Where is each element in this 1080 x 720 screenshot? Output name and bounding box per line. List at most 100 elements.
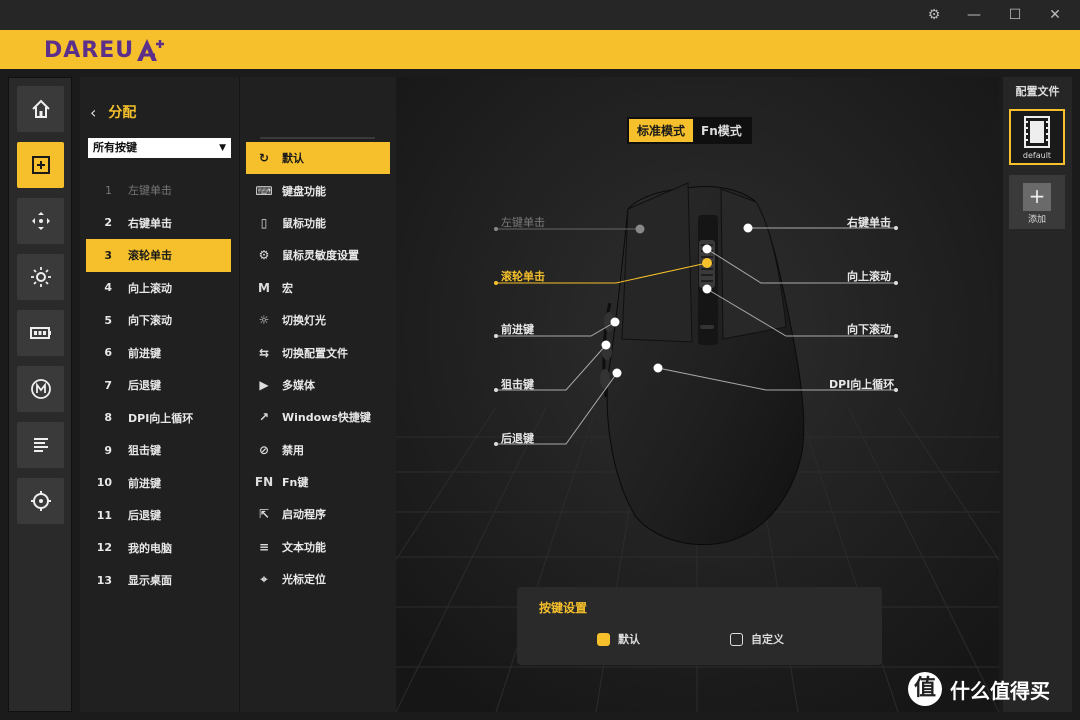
dpi-icon[interactable] — [17, 198, 64, 244]
mouse-stage: 标准模式 Fn模式 左键单击 滚轮单击 前进键 狙击键 后退键 右键单击 向上滚… — [396, 77, 999, 712]
key-item[interactable]: 6 前进键 — [86, 337, 231, 370]
home-icon[interactable] — [17, 86, 64, 132]
text-icon: ≡ — [258, 539, 270, 554]
key-item[interactable]: 8 DPI向上循环 — [86, 402, 231, 435]
function-label: 鼠标灵敏度设置 — [282, 249, 359, 263]
key-settings-title: 按键设置 — [539, 601, 588, 615]
assign-icon[interactable] — [17, 142, 64, 188]
function-item[interactable]: ▯ 鼠标功能 — [246, 207, 390, 239]
callout-left-click[interactable]: 左键单击 — [501, 214, 545, 230]
key-item[interactable]: 10 前进键 — [86, 467, 231, 500]
key-item[interactable]: 7 后退键 — [86, 369, 231, 402]
option-custom[interactable]: 自定义 — [730, 631, 784, 647]
key-item-selected[interactable]: 3 滚轮单击 — [86, 239, 231, 272]
function-item[interactable]: FN Fn键 — [246, 466, 390, 498]
tab-standard-mode[interactable]: 标准模式 — [629, 119, 694, 142]
plus-icon: + — [1023, 183, 1051, 211]
callout-scroll-down[interactable]: 向下滚动 — [847, 321, 891, 337]
function-label: 禁用 — [282, 443, 304, 457]
fn-icon: FN — [254, 475, 274, 490]
text-icon[interactable] — [17, 422, 64, 468]
callout-back[interactable]: 后退键 — [501, 430, 534, 446]
maximize-icon[interactable]: ☐ — [1003, 5, 1027, 25]
key-filter-dropdown[interactable]: 所有按键 ▼ — [88, 138, 231, 158]
logo-text: DAREU — [44, 37, 135, 63]
tab-fn-mode[interactable]: Fn模式 — [693, 119, 750, 142]
option-default-label: 默认 — [618, 633, 640, 646]
windows-shortcut-icon: ↗ — [258, 410, 270, 425]
function-item[interactable]: ⌨ 键盘功能 — [246, 174, 390, 206]
key-item[interactable]: 12 我的电脑 — [86, 532, 231, 565]
function-item[interactable]: ⚙ 鼠标灵敏度设置 — [246, 239, 390, 271]
function-label: 切换配置文件 — [282, 346, 348, 360]
function-label: Fn键 — [282, 476, 309, 490]
function-item[interactable]: ⇱ 启动程序 — [246, 498, 390, 530]
disable-icon: ⊘ — [258, 442, 270, 457]
key-item[interactable]: 13 显示桌面 — [86, 564, 231, 597]
macro-icon: M — [258, 280, 270, 295]
function-item[interactable]: ▶ 多媒体 — [246, 369, 390, 401]
battery-icon[interactable] — [17, 310, 64, 356]
key-item[interactable]: 9 狙击键 — [86, 434, 231, 467]
chevron-down-icon: ▼ — [219, 143, 226, 153]
minimize-icon[interactable]: — — [962, 5, 986, 25]
checkbox-icon[interactable] — [730, 632, 743, 646]
function-item[interactable]: ☼ 切换灯光 — [246, 304, 390, 336]
dropdown-value: 所有按键 — [93, 141, 137, 154]
add-profile-button[interactable]: + 添加 — [1009, 175, 1065, 229]
cursor-locate-icon: ⌖ — [260, 571, 268, 586]
callout-forward[interactable]: 前进键 — [501, 321, 534, 337]
back-chevron-icon[interactable]: ‹ — [90, 103, 96, 122]
profile-card-default[interactable]: default — [1009, 109, 1065, 165]
function-label: 文本功能 — [282, 540, 326, 554]
function-label: 切换灯光 — [282, 314, 326, 328]
close-icon[interactable]: ✕ — [1043, 5, 1067, 25]
function-item[interactable]: ↗ Windows快捷键 — [246, 401, 390, 433]
title-bar: ⚙ — ☐ ✕ — [0, 0, 1080, 30]
gear-icon[interactable]: ⚙ — [922, 5, 946, 25]
profile-film-icon — [1024, 116, 1050, 148]
key-item[interactable]: 11 后退键 — [86, 499, 231, 532]
reset-icon: ↻ — [258, 151, 270, 166]
key-list: 1 左键单击 2 右键单击 3 滚轮单击 4 向上滚动 5 向下滚动 6 前进键 7 后退键 … — [86, 174, 231, 597]
page-title: 分配 — [108, 105, 137, 121]
key-item[interactable]: 1 左键单击 — [86, 174, 231, 207]
checkbox-checked-icon[interactable] — [597, 632, 610, 646]
key-item[interactable]: 4 向上滚动 — [86, 272, 231, 305]
watermark: 值 什么值得买 — [908, 672, 1050, 706]
mouse-icon: ▯ — [260, 215, 268, 230]
function-item[interactable]: ⌖ 光标定位 — [246, 563, 390, 595]
divider — [260, 137, 375, 139]
function-label: 键盘功能 — [282, 184, 326, 198]
callout-sniper[interactable]: 狙击键 — [501, 376, 534, 392]
option-default[interactable]: 默认 — [597, 631, 640, 647]
callout-middle-click[interactable]: 滚轮单击 — [501, 268, 545, 284]
key-item[interactable]: 5 向下滚动 — [86, 304, 231, 337]
light-icon: ☼ — [258, 313, 270, 328]
function-item[interactable]: ⇆ 切换配置文件 — [246, 336, 390, 368]
function-label: Windows快捷键 — [282, 411, 371, 425]
function-item[interactable]: M宏 — [246, 272, 390, 304]
logo-mark-icon — [137, 39, 165, 61]
add-profile-label: 添加 — [1027, 215, 1046, 225]
callout-scroll-up[interactable]: 向上滚动 — [847, 268, 891, 284]
light-icon[interactable] — [17, 254, 64, 300]
function-panel: ↻ 默认 ⌨ 键盘功能 ▯ 鼠标功能 ⚙ 鼠标灵敏度设置 M 宏 ☼ 切换灯光 ⇆ 切换配置文件 ▶ 多媒体 ↗… — [240, 77, 396, 712]
mode-tabs: 标准模式 Fn模式 — [627, 117, 752, 144]
function-list: ↻ 默认 ⌨ 键盘功能 ▯ 鼠标功能 ⚙ 鼠标灵敏度设置 M 宏 ☼ 切换灯光 ⇆ 切换配置文件 ▶ 多媒体 ↗… — [246, 142, 390, 595]
crosshair-icon[interactable] — [17, 478, 64, 524]
macro-icon[interactable] — [17, 366, 64, 412]
function-item[interactable]: ⊘ 禁用 — [246, 434, 390, 466]
callout-dpi-up[interactable]: DPI向上循环 — [829, 376, 894, 392]
function-item[interactable]: ≡ 文本功能 — [246, 531, 390, 563]
function-label: 默认 — [282, 152, 304, 166]
callout-right-click[interactable]: 右键单击 — [847, 214, 891, 230]
key-item[interactable]: 2 右键单击 — [86, 207, 231, 240]
keyboard-icon: ⌨ — [255, 183, 273, 198]
launch-icon: ⇱ — [258, 507, 270, 522]
function-label: 宏 — [282, 281, 293, 295]
function-item[interactable]: ↻ 默认 — [246, 142, 390, 175]
function-label: 多媒体 — [282, 378, 315, 392]
assign-header: ‹ 分配 — [90, 102, 136, 122]
function-label: 鼠标功能 — [282, 216, 326, 230]
